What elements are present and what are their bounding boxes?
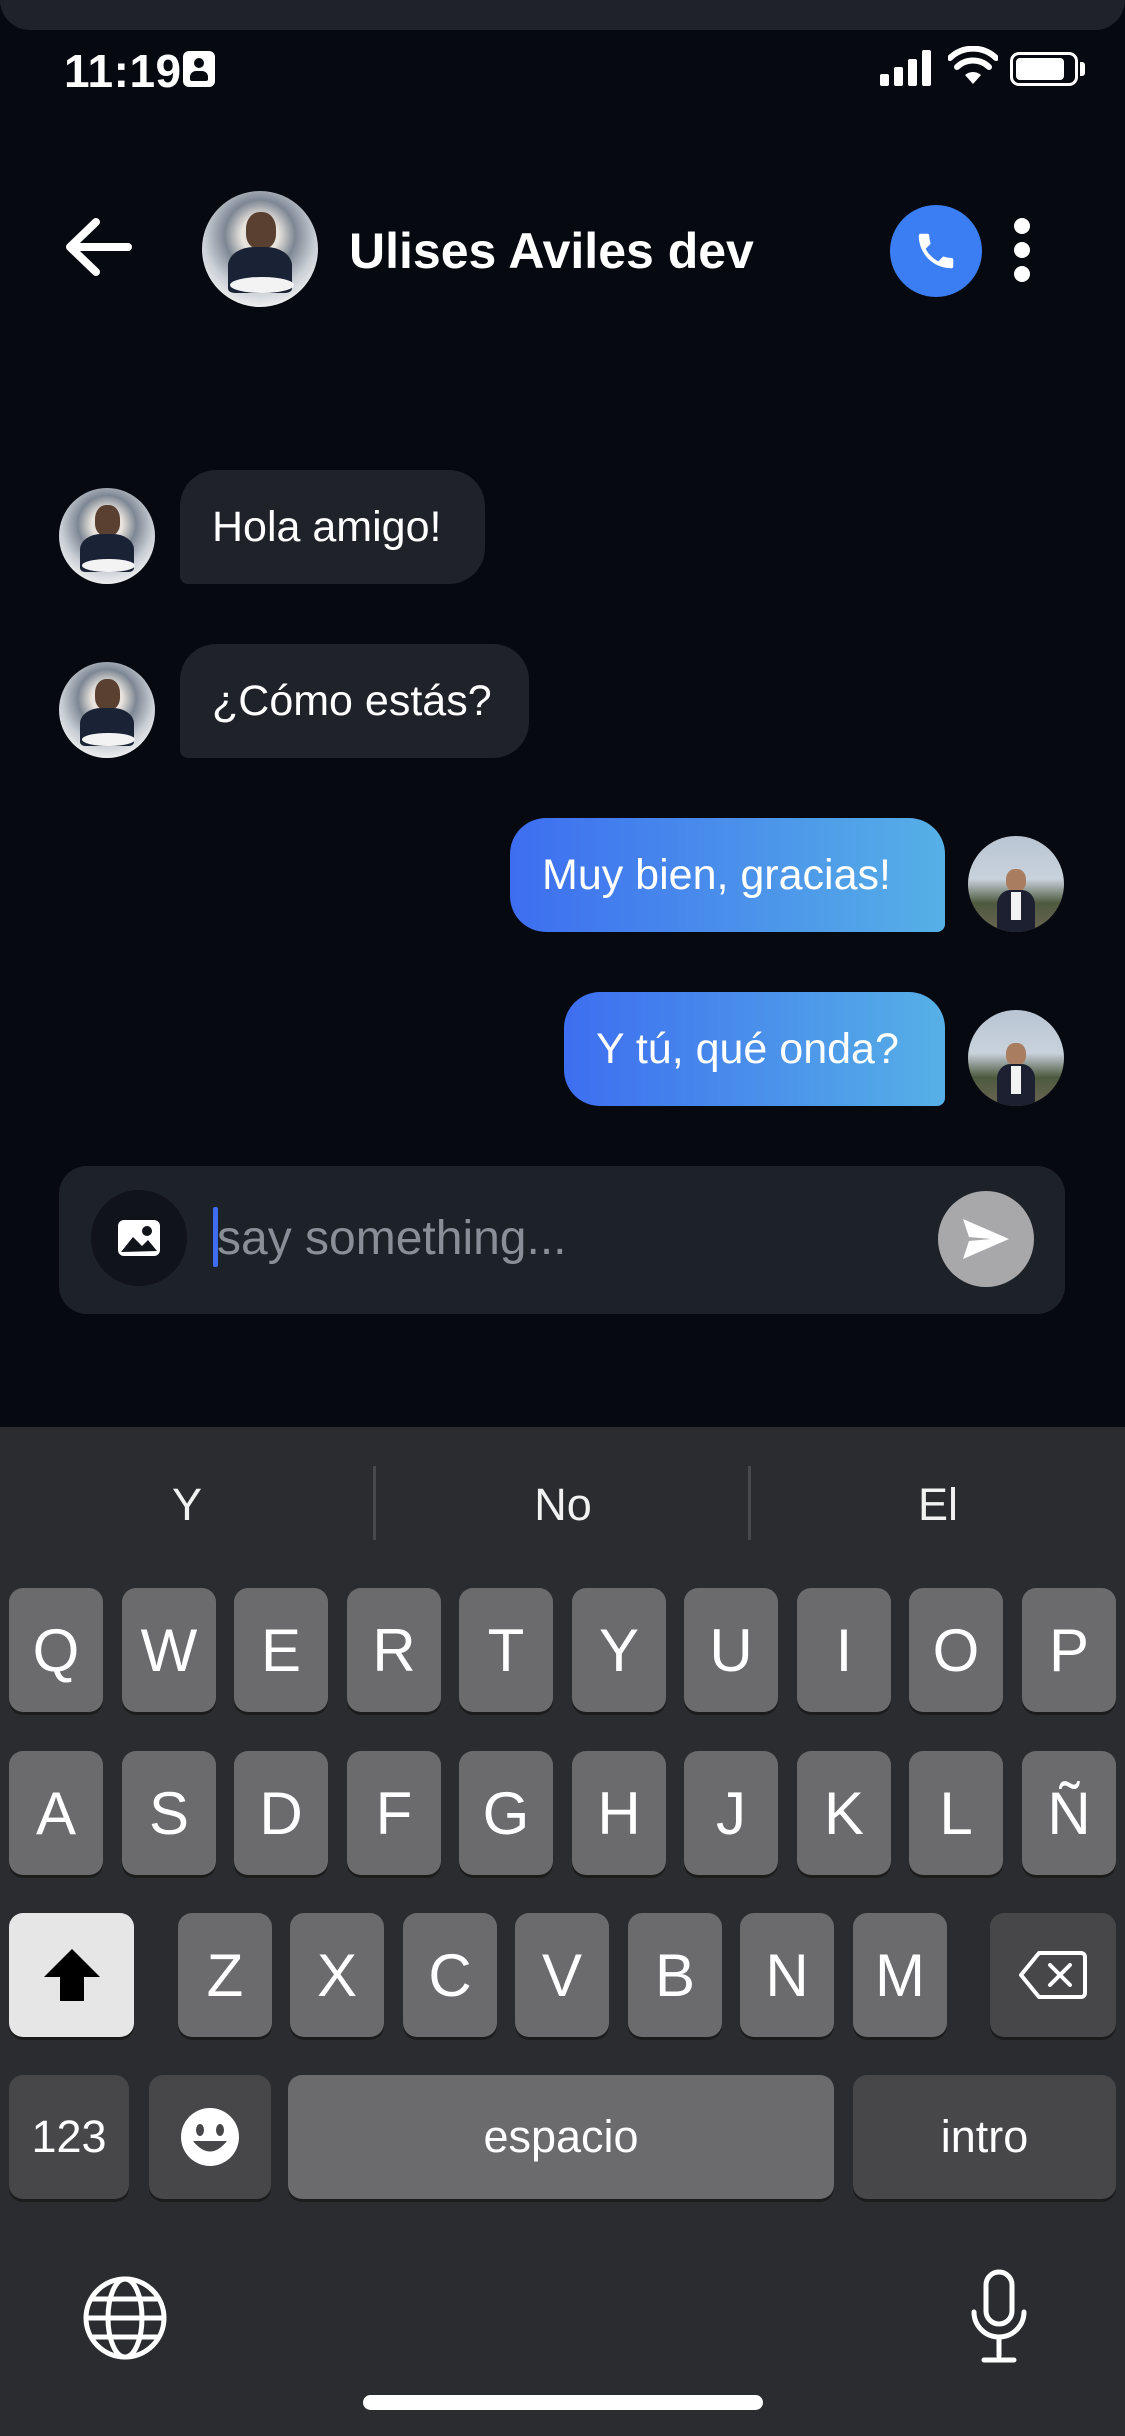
back-arrow-icon[interactable] [58, 212, 138, 282]
phone-icon [918, 233, 954, 269]
key-m[interactable]: M [853, 1913, 947, 2037]
key-j[interactable]: J [684, 1751, 778, 1875]
key-i[interactable]: I [797, 1588, 891, 1712]
attach-image-button[interactable] [91, 1190, 187, 1286]
sender-avatar [59, 662, 155, 758]
status-time: 11:19 [64, 45, 182, 97]
key-a[interactable]: A [9, 1751, 103, 1875]
send-icon [963, 1219, 1009, 1259]
more-options-icon[interactable] [1000, 212, 1044, 288]
wifi-icon [948, 46, 998, 84]
message-input[interactable] [217, 1194, 917, 1282]
contact-name: Ulises Aviles dev [349, 223, 754, 279]
return-key[interactable]: intro [853, 2075, 1116, 2199]
key-t[interactable]: T [459, 1588, 553, 1712]
message-bubble-outgoing: Y tú, qué onda? [564, 992, 945, 1106]
key-q[interactable]: Q [9, 1588, 103, 1712]
battery-icon [1010, 52, 1078, 86]
key-h[interactable]: H [572, 1751, 666, 1875]
microphone-icon[interactable] [964, 2268, 1034, 2368]
my-avatar [968, 836, 1064, 932]
emoji-key[interactable] [149, 2075, 271, 2199]
numbers-key[interactable]: 123 [9, 2075, 129, 2199]
message-bubble-outgoing: Muy bien, gracias! [510, 818, 945, 932]
text-cursor [213, 1207, 218, 1267]
key-s[interactable]: S [122, 1751, 216, 1875]
contact-avatar[interactable] [202, 191, 318, 307]
key-z[interactable]: Z [178, 1913, 272, 2037]
call-button[interactable] [890, 205, 982, 297]
emoji-icon [181, 2108, 239, 2166]
shift-key[interactable] [9, 1913, 134, 2037]
key-c[interactable]: C [403, 1913, 497, 2037]
key-k[interactable]: K [797, 1751, 891, 1875]
home-indicator[interactable] [363, 2395, 763, 2410]
contact-card-icon [183, 51, 215, 87]
delete-key[interactable] [990, 1913, 1116, 2037]
key-l[interactable]: L [909, 1751, 1003, 1875]
key-v[interactable]: V [515, 1913, 609, 2037]
suggestion-2[interactable]: No [376, 1465, 750, 1545]
message-bubble-incoming: Hola amigo! [180, 470, 485, 584]
key-f[interactable]: F [347, 1751, 441, 1875]
key-g[interactable]: G [459, 1751, 553, 1875]
key-u[interactable]: U [684, 1588, 778, 1712]
message-bubble-incoming: ¿Cómo estás? [180, 644, 529, 758]
space-key[interactable]: espacio [288, 2075, 834, 2199]
key-w[interactable]: W [122, 1588, 216, 1712]
globe-icon[interactable] [82, 2275, 168, 2361]
send-button[interactable] [938, 1191, 1034, 1287]
suggestion-3[interactable]: El [751, 1465, 1125, 1545]
key-n[interactable]: N [740, 1913, 834, 2037]
shift-icon [43, 1949, 100, 2001]
suggestion-1[interactable]: Y [0, 1465, 374, 1545]
key-b[interactable]: B [628, 1913, 722, 2037]
my-avatar [968, 1010, 1064, 1106]
battery-tip [1080, 62, 1085, 76]
image-icon [118, 1220, 160, 1256]
key-r[interactable]: R [347, 1588, 441, 1712]
key-y[interactable]: Y [572, 1588, 666, 1712]
key-o[interactable]: O [909, 1588, 1003, 1712]
device-top-edge [0, 0, 1125, 30]
key-p[interactable]: P [1022, 1588, 1116, 1712]
key-e[interactable]: E [234, 1588, 328, 1712]
sender-avatar [59, 488, 155, 584]
key-d[interactable]: D [234, 1751, 328, 1875]
backspace-icon [1019, 1951, 1087, 1999]
cellular-signal-icon [880, 50, 932, 86]
key-n-tilde[interactable]: Ñ [1022, 1751, 1116, 1875]
key-x[interactable]: X [290, 1913, 384, 2037]
